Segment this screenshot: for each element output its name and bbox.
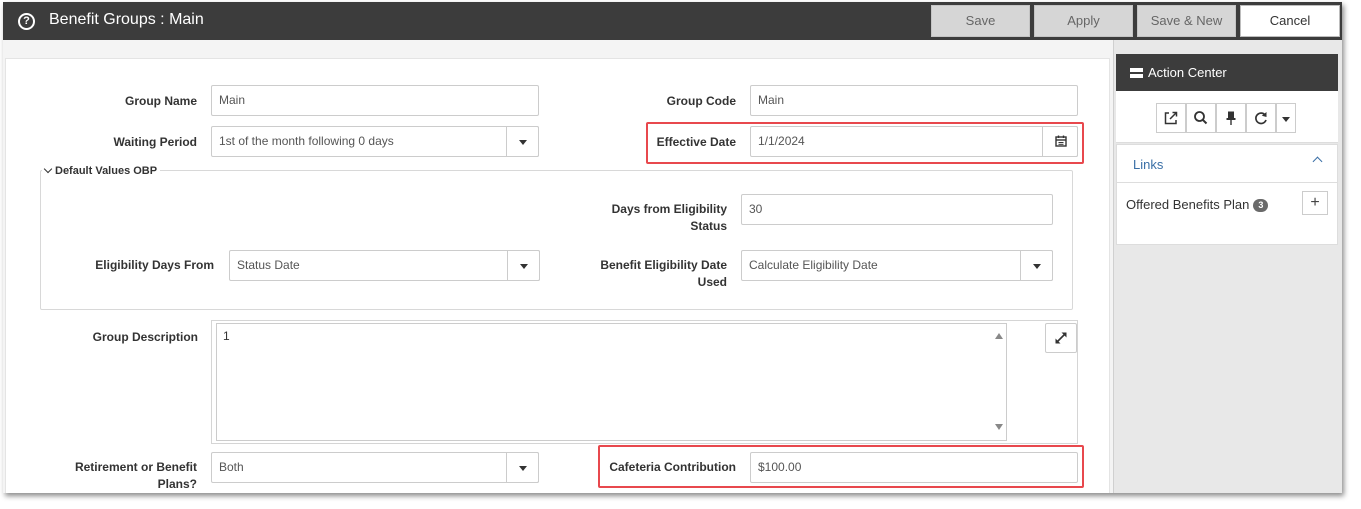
cafeteria-contribution-input[interactable]: $100.00 <box>750 452 1078 483</box>
group-name-input[interactable]: Main <box>211 85 539 116</box>
waiting-period-label: Waiting Period <box>113 135 197 149</box>
pin-button[interactable] <box>1216 103 1246 133</box>
search-button[interactable] <box>1186 103 1216 133</box>
action-center-toolbar <box>1116 91 1338 143</box>
benefit-eligibility-date-label: Benefit Eligibility Date Used <box>600 258 727 289</box>
default-values-fieldset <box>40 170 1073 310</box>
expand-icon <box>1055 332 1067 344</box>
caret-down-icon <box>519 466 527 471</box>
chevron-down-icon <box>43 164 53 174</box>
help-icon[interactable]: ? <box>18 13 35 30</box>
search-icon <box>1194 111 1208 125</box>
effective-date-value: 1/1/2024 <box>758 134 805 148</box>
plus-icon: + <box>1310 194 1320 211</box>
days-from-eligibility-input[interactable]: 30 <box>741 194 1053 225</box>
caret-down-icon <box>519 140 527 145</box>
save-and-new-button[interactable]: Save & New <box>1137 5 1236 37</box>
links-title: Links <box>1133 157 1164 172</box>
title-bar: ? Benefit Groups : Main Save Apply Save … <box>3 2 1342 40</box>
refresh-icon <box>1255 112 1267 125</box>
default-values-legend[interactable]: Default Values OBP <box>42 164 161 177</box>
group-code-label: Group Code <box>666 94 736 108</box>
waiting-period-value: 1st of the month following 0 days <box>219 134 394 148</box>
group-name-label: Group Name <box>124 94 197 108</box>
waiting-period-dropdown-button[interactable] <box>506 126 539 157</box>
group-description-panel: 1 <box>211 320 1078 444</box>
action-center-sidebar: Action Center Links Offered Benefits Pla… <box>1113 40 1342 493</box>
waiting-period-select[interactable]: 1st of the month following 0 days <box>211 126 539 157</box>
links-header[interactable]: Links <box>1117 145 1337 183</box>
expand-button[interactable] <box>1045 323 1077 353</box>
scroll-up-arrow-icon[interactable] <box>995 333 1003 339</box>
caret-down-icon <box>1033 264 1041 269</box>
save-button[interactable]: Save <box>931 5 1030 37</box>
group-description-value: 1 <box>223 329 230 343</box>
link-offered-benefits-plan[interactable]: Offered Benefits Plan 3 <box>1126 197 1269 212</box>
retirement-or-benefit-label: Retirement or Benefit Plans? <box>74 460 197 491</box>
window-title: Benefit Groups : Main <box>49 11 204 28</box>
benefit-eligibility-date-select[interactable]: Calculate Eligibility Date <box>741 250 1053 281</box>
eligibility-days-from-select[interactable]: Status Date <box>229 250 540 281</box>
refresh-button[interactable] <box>1246 103 1276 133</box>
action-center-header: Action Center <box>1116 54 1338 91</box>
eligibility-days-from-label: Eligibility Days From <box>95 258 214 272</box>
cancel-button[interactable]: Cancel <box>1240 5 1340 37</box>
chevron-up-icon[interactable] <box>1312 156 1323 167</box>
external-link-icon <box>1164 111 1178 125</box>
count-badge: 3 <box>1253 199 1269 212</box>
add-offered-benefits-plan-button[interactable]: + <box>1302 191 1328 215</box>
cafeteria-contribution-label: Cafeteria Contribution <box>609 460 736 474</box>
calendar-icon <box>1055 135 1067 147</box>
links-panel: Links Offered Benefits Plan 3 + <box>1116 144 1338 245</box>
retirement-or-benefit-select[interactable]: Both <box>211 452 539 483</box>
days-from-eligibility-label: Days from Eligibility Status <box>611 202 727 233</box>
scroll-down-arrow-icon[interactable] <box>995 424 1003 430</box>
group-description-textarea[interactable]: 1 <box>216 323 1007 441</box>
group-description-label: Group Description <box>92 330 198 344</box>
eligibility-days-from-dropdown-button[interactable] <box>507 250 540 281</box>
effective-date-label: Effective Date <box>656 135 736 149</box>
caret-down-icon <box>1282 117 1290 122</box>
calendar-button[interactable] <box>1042 126 1078 157</box>
eligibility-days-from-value: Status Date <box>237 258 300 272</box>
panel-icon <box>1130 68 1143 78</box>
retirement-or-benefit-value: Both <box>219 460 244 474</box>
apply-button[interactable]: Apply <box>1034 5 1133 37</box>
pin-icon <box>1226 111 1236 125</box>
more-actions-button[interactable] <box>1276 103 1296 133</box>
benefit-eligibility-date-dropdown-button[interactable] <box>1020 250 1053 281</box>
benefit-eligibility-date-value: Calculate Eligibility Date <box>749 258 878 272</box>
effective-date-input[interactable]: 1/1/2024 <box>750 126 1078 157</box>
benefit-groups-window: ? Benefit Groups : Main Save Apply Save … <box>3 2 1342 493</box>
form-panel: Group Name Main Group Code Main Waiting … <box>5 58 1110 493</box>
retirement-or-benefit-dropdown-button[interactable] <box>506 452 539 483</box>
group-code-input[interactable]: Main <box>750 85 1078 116</box>
caret-down-icon <box>520 264 528 269</box>
open-external-button[interactable] <box>1156 103 1186 133</box>
